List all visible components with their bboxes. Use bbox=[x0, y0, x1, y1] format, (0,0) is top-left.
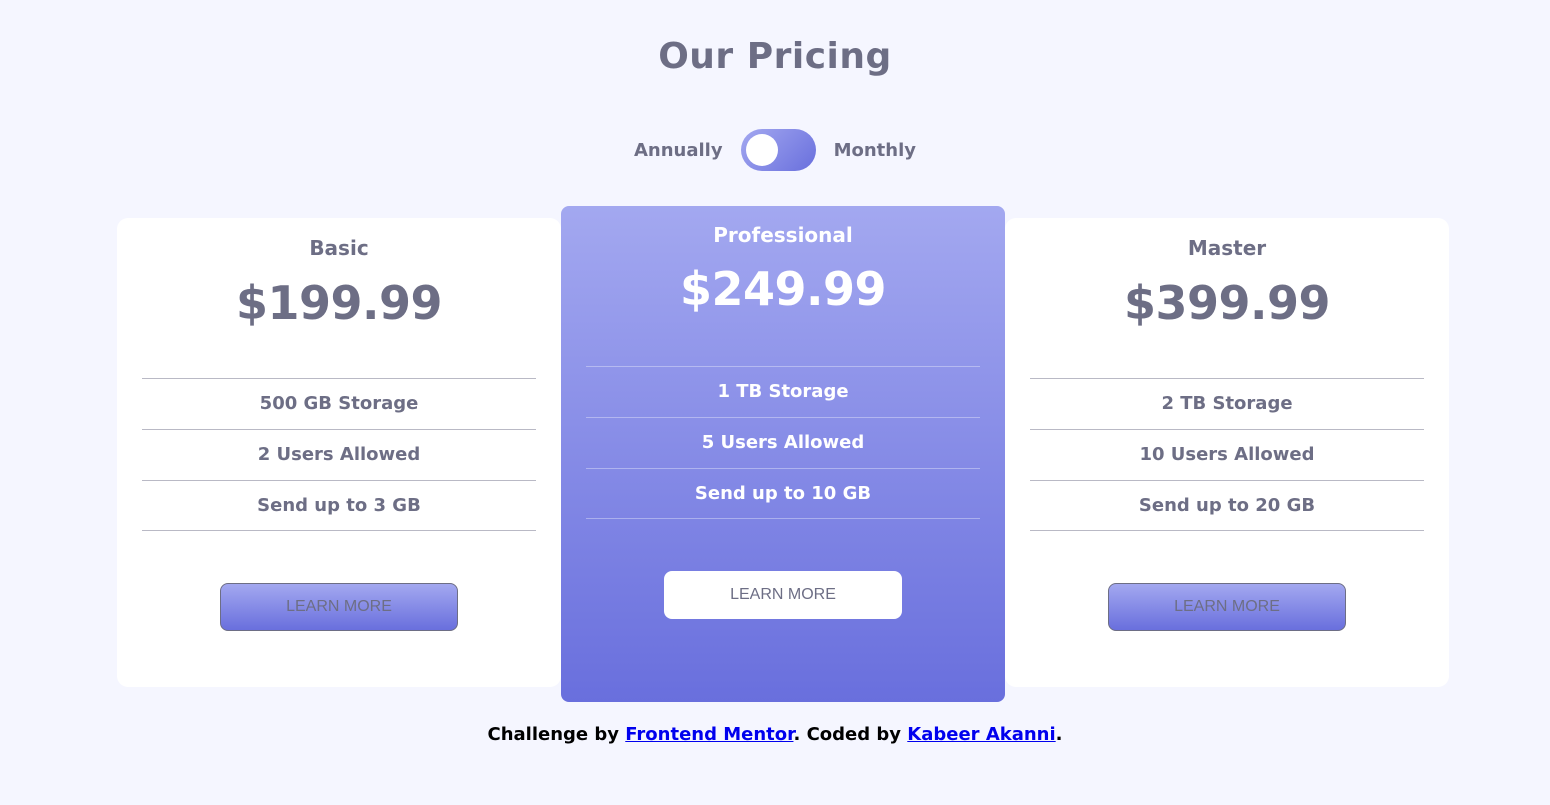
feature-item: Send up to 3 GB bbox=[142, 480, 536, 531]
plan-price: $249.99 bbox=[679, 262, 887, 316]
learn-more-button-master[interactable]: LEARN MORE bbox=[1108, 583, 1346, 631]
monthly-label: Monthly bbox=[833, 139, 916, 161]
feature-list: 2 TB Storage 10 Users Allowed Send up to… bbox=[1030, 378, 1424, 531]
plan-card-basic: Basic $199.99 500 GB Storage 2 Users All… bbox=[117, 218, 561, 687]
feature-item: 2 Users Allowed bbox=[142, 429, 536, 480]
pricing-page: Our Pricing Annually Monthly Basic $199.… bbox=[0, 0, 1550, 805]
plan-name: Basic bbox=[309, 236, 369, 260]
learn-more-button-professional[interactable]: LEARN MORE bbox=[664, 571, 902, 619]
footer-prefix: Challenge by bbox=[487, 724, 626, 745]
feature-item: 2 TB Storage bbox=[1030, 378, 1424, 429]
feature-item: Send up to 20 GB bbox=[1030, 480, 1424, 531]
toggle-knob bbox=[745, 134, 778, 166]
footer-suffix: . bbox=[1055, 724, 1063, 745]
plan-card-professional: Professional $249.99 1 TB Storage 5 User… bbox=[561, 206, 1005, 702]
author-link[interactable]: Kabeer Akanni bbox=[907, 724, 1055, 745]
attribution-footer: Challenge by Frontend Mentor. Coded by K… bbox=[0, 724, 1550, 745]
feature-list: 1 TB Storage 5 Users Allowed Send up to … bbox=[586, 366, 980, 519]
plan-price: $399.99 bbox=[1123, 276, 1331, 330]
learn-more-button-basic[interactable]: LEARN MORE bbox=[220, 583, 458, 631]
plan-name: Master bbox=[1187, 236, 1267, 260]
plan-price: $199.99 bbox=[235, 276, 443, 330]
feature-item: 500 GB Storage bbox=[142, 378, 536, 429]
billing-toggle-row: Annually Monthly bbox=[0, 129, 1550, 171]
feature-item: 10 Users Allowed bbox=[1030, 429, 1424, 480]
footer-middle: . Coded by bbox=[793, 724, 908, 745]
plan-name: Professional bbox=[713, 223, 853, 247]
page-title: Our Pricing bbox=[658, 36, 892, 77]
feature-item: 1 TB Storage bbox=[586, 366, 980, 417]
feature-item: 5 Users Allowed bbox=[586, 417, 980, 468]
frontend-mentor-link[interactable]: Frontend Mentor bbox=[625, 724, 793, 745]
billing-toggle-switch[interactable] bbox=[740, 129, 816, 171]
feature-item: Send up to 10 GB bbox=[586, 468, 980, 519]
annually-label: Annually bbox=[633, 139, 723, 161]
plan-card-master: Master $399.99 2 TB Storage 10 Users All… bbox=[1005, 218, 1449, 687]
feature-list: 500 GB Storage 2 Users Allowed Send up t… bbox=[142, 378, 536, 531]
